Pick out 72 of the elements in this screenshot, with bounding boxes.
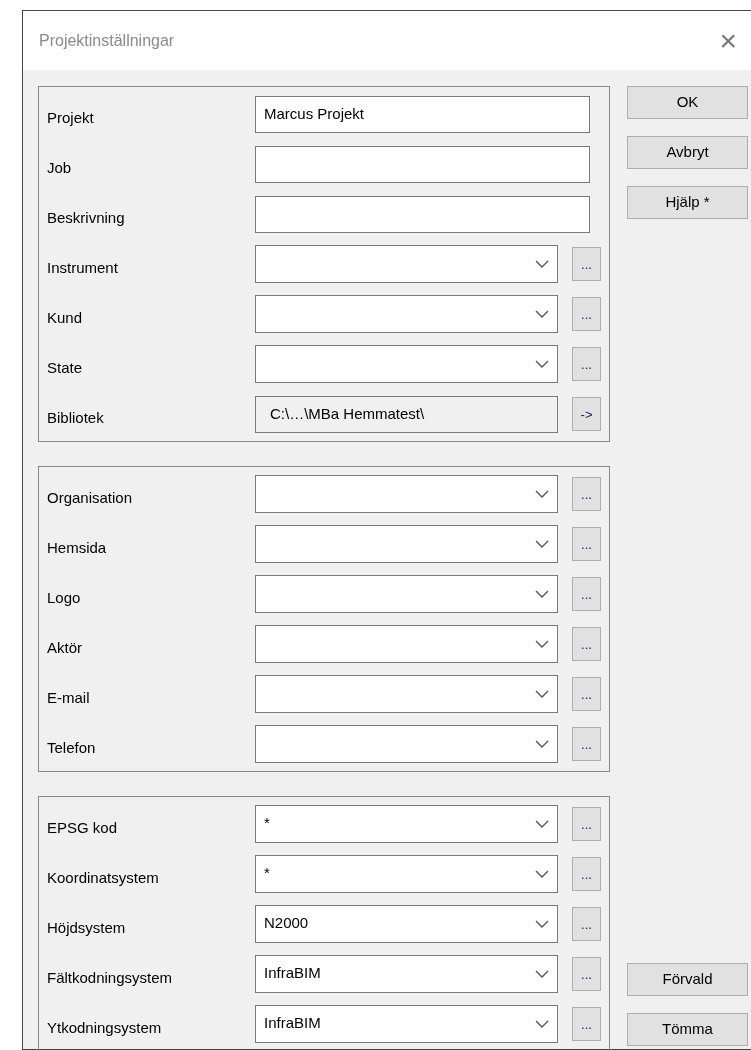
field-label: Ytkodningsystem: [47, 1017, 163, 1038]
field-label: EPSG kod: [47, 817, 119, 838]
browse-button[interactable]: ...: [572, 477, 601, 511]
field-label: State: [47, 357, 84, 378]
close-button[interactable]: ×: [719, 25, 737, 56]
chevron-down-icon: [535, 590, 550, 598]
chevron-down-icon: [535, 540, 550, 548]
chevron-down-icon: [535, 490, 550, 498]
browse-button[interactable]: ...: [572, 957, 601, 991]
field-label: Kund: [47, 307, 84, 328]
text-field[interactable]: Marcus Projekt: [255, 95, 590, 133]
chevron-down-icon: [535, 740, 550, 748]
dropdown-field[interactable]: [255, 245, 559, 283]
chevron-down-icon: [535, 920, 550, 928]
dropdown-field[interactable]: [255, 475, 559, 513]
path-field: C:\…\MBa Hemmatest\: [255, 395, 559, 433]
dialog-button[interactable]: Tömma: [627, 1013, 748, 1046]
browse-button[interactable]: ...: [572, 347, 601, 381]
browse-button[interactable]: ...: [572, 577, 601, 611]
dialog-button[interactable]: Avbryt: [627, 136, 748, 169]
dropdown-field[interactable]: [255, 575, 559, 613]
chevron-down-icon: [535, 820, 550, 828]
browse-button[interactable]: ...: [572, 857, 601, 891]
field-label: Projekt: [47, 107, 95, 128]
chevron-down-icon: [535, 640, 550, 648]
dropdown-field[interactable]: [255, 525, 559, 563]
chevron-down-icon: [535, 1020, 550, 1028]
field-label: Fältkodningsystem: [47, 967, 174, 988]
chevron-down-icon: [535, 870, 550, 878]
browse-button[interactable]: ...: [572, 807, 601, 841]
window-title: Projektinställningar: [39, 30, 175, 51]
chevron-down-icon: [535, 360, 550, 368]
dropdown-field[interactable]: [255, 345, 559, 383]
dropdown-field[interactable]: [255, 295, 559, 333]
dropdown-field[interactable]: *: [255, 805, 559, 843]
dropdown-field[interactable]: InfraBIM: [255, 955, 559, 993]
dropdown-field[interactable]: [255, 625, 559, 663]
dropdown-field[interactable]: [255, 675, 559, 713]
browse-button[interactable]: ...: [572, 677, 601, 711]
field-label: E-mail: [47, 687, 91, 708]
browse-button[interactable]: ...: [572, 247, 601, 281]
dialog-button[interactable]: Hjälp *: [627, 186, 748, 219]
text-field[interactable]: [255, 145, 590, 183]
field-label: Logo: [47, 587, 82, 608]
browse-button[interactable]: ...: [572, 627, 601, 661]
dropdown-field[interactable]: [255, 725, 559, 763]
field-label: Telefon: [47, 737, 97, 758]
chevron-down-icon: [535, 690, 550, 698]
field-label: Höjdsystem: [47, 917, 127, 938]
dropdown-field[interactable]: InfraBIM: [255, 1005, 559, 1043]
browse-button[interactable]: ...: [572, 527, 601, 561]
dialog-button[interactable]: OK: [627, 86, 748, 119]
field-label: Koordinatsystem: [47, 867, 160, 888]
field-label: Hemsida: [47, 537, 108, 558]
dropdown-field[interactable]: *: [255, 855, 559, 893]
chevron-down-icon: [535, 260, 550, 268]
dialog-button[interactable]: Förvald: [627, 963, 748, 996]
dropdown-field[interactable]: N2000: [255, 905, 559, 943]
browse-button[interactable]: ...: [572, 727, 601, 761]
field-label: Instrument: [47, 257, 119, 278]
browse-button[interactable]: ...: [572, 297, 601, 331]
browse-button[interactable]: ...: [572, 1007, 601, 1041]
chevron-down-icon: [535, 970, 550, 978]
open-folder-button[interactable]: ->: [572, 397, 601, 431]
field-label: Beskrivning: [47, 207, 126, 228]
field-label: Job: [47, 157, 73, 178]
field-label: Aktör: [47, 637, 83, 658]
browse-button[interactable]: ...: [572, 907, 601, 941]
text-field[interactable]: [255, 195, 590, 233]
chevron-down-icon: [535, 310, 550, 318]
field-label: Bibliotek: [47, 407, 105, 428]
field-label: Organisation: [47, 487, 134, 508]
